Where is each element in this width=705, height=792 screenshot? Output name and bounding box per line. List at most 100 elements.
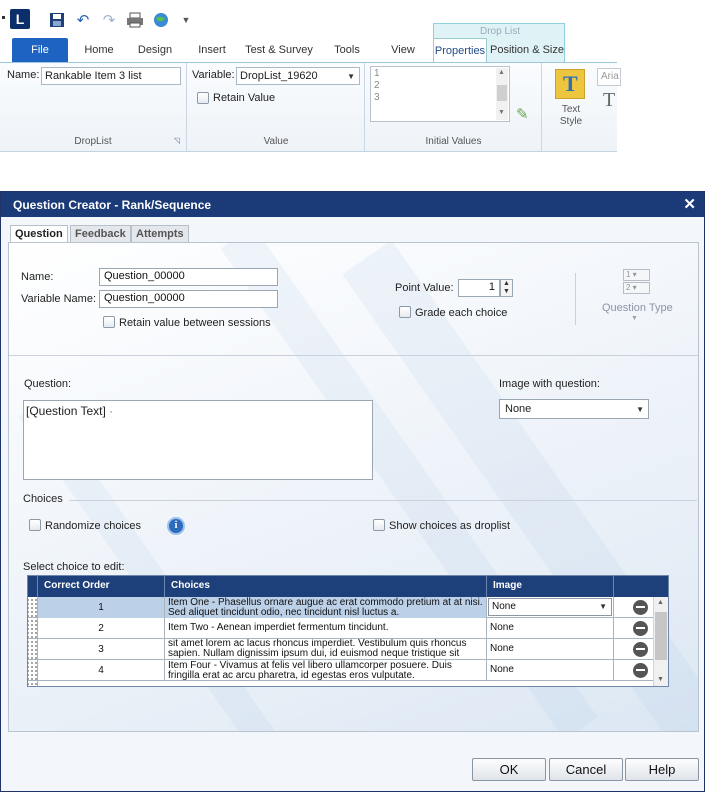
drag-handle-icon[interactable] bbox=[28, 660, 38, 681]
row-image-dropdown[interactable]: None ▼ bbox=[488, 598, 612, 616]
tab-properties[interactable]: Properties bbox=[433, 38, 487, 62]
edit-pencil-icon[interactable]: ✎ bbox=[516, 105, 529, 123]
remove-choice-icon[interactable] bbox=[633, 642, 648, 657]
group-value: Variable: DropList_19620 ▼ Retain Value … bbox=[188, 63, 365, 151]
customize-dropdown-icon[interactable]: ▼ bbox=[176, 10, 196, 30]
redo-icon[interactable]: ↷ bbox=[99, 10, 119, 30]
variable-name-field[interactable]: Question_00000 bbox=[99, 290, 278, 308]
print-icon[interactable] bbox=[125, 10, 145, 30]
image-with-question-dropdown[interactable]: None ▼ bbox=[499, 399, 649, 419]
order-cell[interactable]: 1 bbox=[38, 597, 165, 618]
tab-feedback[interactable]: Feedback bbox=[70, 225, 131, 243]
retain-value-checkbox[interactable] bbox=[197, 92, 209, 104]
table-row[interactable]: 3 sit amet lorem ac lacus rhoncus imperd… bbox=[28, 639, 668, 660]
list-scrollbar[interactable]: ▲ ▼ bbox=[496, 68, 508, 120]
tab-test-survey[interactable]: Test & Survey bbox=[242, 38, 316, 62]
image-cell[interactable]: None bbox=[487, 660, 614, 681]
point-value-stepper[interactable]: ▲ ▼ bbox=[500, 279, 513, 297]
choice-cell[interactable]: Item One - Phasellus ornare augue ac era… bbox=[165, 597, 487, 618]
scroll-down-icon[interactable]: ▼ bbox=[657, 676, 664, 683]
text-format-icon[interactable]: T bbox=[603, 89, 615, 112]
stepper-down-icon[interactable]: ▼ bbox=[503, 288, 510, 295]
order-cell[interactable]: 2 bbox=[38, 618, 165, 639]
tab-file[interactable]: File bbox=[12, 38, 68, 62]
info-icon[interactable]: i bbox=[167, 517, 185, 535]
question-name-field[interactable]: Question_00000 bbox=[99, 268, 278, 286]
dialog-launcher-icon[interactable]: ◹ bbox=[174, 136, 180, 145]
drag-handle-icon[interactable] bbox=[28, 639, 38, 660]
question-text-editor[interactable]: [Question Text] · bbox=[23, 400, 373, 480]
question-type-label[interactable]: Question Type bbox=[602, 302, 673, 314]
tab-design[interactable]: Design bbox=[132, 38, 178, 62]
image-cell[interactable]: None ▼ bbox=[487, 597, 614, 618]
group-label-initial-values: Initial Values bbox=[425, 136, 482, 147]
tab-question[interactable]: Question bbox=[10, 225, 68, 243]
image-with-question-label: Image with question: bbox=[499, 378, 600, 390]
initial-values-list[interactable]: 1 2 3 ▲ ▼ bbox=[370, 66, 510, 122]
divider bbox=[69, 500, 697, 501]
tab-tools[interactable]: Tools bbox=[328, 38, 366, 62]
cancel-button[interactable]: Cancel bbox=[549, 758, 623, 781]
scroll-thumb[interactable] bbox=[655, 612, 667, 660]
choice-cell[interactable]: Item Four - Vivamus at felis vel libero … bbox=[165, 660, 487, 681]
tab-insert[interactable]: Insert bbox=[190, 38, 234, 62]
scroll-thumb[interactable] bbox=[497, 85, 507, 101]
tab-attempts[interactable]: Attempts bbox=[131, 225, 189, 243]
question-type-icon[interactable]: 1 ▾ 2 ▾ bbox=[623, 269, 650, 295]
table-row[interactable]: 4 Item Four - Vivamus at felis vel liber… bbox=[28, 660, 668, 681]
save-icon[interactable] bbox=[47, 10, 67, 30]
name-label: Name: bbox=[7, 69, 40, 81]
order-cell[interactable]: 4 bbox=[38, 660, 165, 681]
help-button[interactable]: Help bbox=[625, 758, 699, 781]
variable-name-label: Variable Name: bbox=[21, 293, 96, 305]
tab-view[interactable]: View bbox=[384, 38, 422, 62]
drag-handle-icon[interactable] bbox=[28, 618, 38, 639]
column-header-choices[interactable]: Choices bbox=[165, 576, 487, 597]
choices-heading: Choices bbox=[23, 493, 63, 505]
tab-position-size[interactable]: Position & Size bbox=[489, 38, 565, 62]
order-cell[interactable]: 3 bbox=[38, 639, 165, 660]
name-field[interactable]: Rankable Item 3 list bbox=[41, 67, 181, 85]
drag-handle-icon bbox=[28, 681, 38, 686]
group-initial-values: 1 2 3 ▲ ▼ ✎ Initial Values bbox=[366, 63, 542, 151]
ok-button[interactable]: OK bbox=[472, 758, 546, 781]
question-creator-dialog: Question Creator - Rank/Sequence ✕ Quest… bbox=[0, 191, 705, 792]
publish-globe-icon[interactable] bbox=[151, 10, 171, 30]
image-cell[interactable]: None bbox=[487, 639, 614, 660]
scroll-up-icon[interactable]: ▲ bbox=[657, 599, 664, 606]
point-value-field[interactable]: 1 bbox=[458, 279, 500, 297]
image-cell[interactable]: None bbox=[487, 618, 614, 639]
close-icon[interactable]: ✕ bbox=[683, 195, 696, 213]
table-row[interactable]: 2 Item Two - Aenean imperdiet fermentum … bbox=[28, 618, 668, 639]
column-header-image[interactable]: Image bbox=[487, 576, 614, 597]
table-scrollbar[interactable]: ▲ ▼ bbox=[653, 597, 668, 686]
column-header-remove bbox=[614, 576, 668, 597]
chevron-down-icon: ▼ bbox=[347, 72, 355, 81]
show-droplist-checkbox[interactable] bbox=[373, 519, 385, 531]
tab-home[interactable]: Home bbox=[78, 38, 120, 62]
app-logo-icon[interactable]: L bbox=[10, 9, 30, 29]
question-label: Question: bbox=[24, 378, 72, 390]
undo-icon[interactable]: ↶ bbox=[73, 10, 93, 30]
font-family-field[interactable]: Aria bbox=[597, 68, 621, 86]
randomize-choices-checkbox[interactable] bbox=[29, 519, 41, 531]
remove-choice-icon[interactable] bbox=[633, 600, 648, 615]
choice-cell[interactable]: Item Two - Aenean imperdiet fermentum ti… bbox=[165, 618, 487, 639]
name-label: Name: bbox=[21, 271, 54, 283]
question-text: [Question Text] bbox=[26, 404, 106, 418]
scroll-up-icon[interactable]: ▲ bbox=[498, 69, 505, 76]
column-header-correct-order[interactable]: Correct Order bbox=[38, 576, 165, 597]
table-row[interactable]: 1 Item One - Phasellus ornare augue ac e… bbox=[28, 597, 668, 618]
variable-dropdown[interactable]: DropList_19620 ▼ bbox=[236, 67, 360, 85]
drag-handle-icon[interactable] bbox=[28, 597, 38, 618]
retain-value-checkbox[interactable] bbox=[103, 316, 115, 328]
remove-choice-icon[interactable] bbox=[633, 663, 648, 678]
scroll-down-icon[interactable]: ▼ bbox=[498, 109, 505, 116]
group-droplist: Name: Rankable Item 3 list DropList ◹ bbox=[0, 63, 187, 151]
stepper-up-icon[interactable]: ▲ bbox=[503, 280, 510, 287]
chevron-down-icon[interactable]: ▼ bbox=[631, 315, 638, 322]
grade-each-choice-checkbox[interactable] bbox=[399, 306, 411, 318]
remove-choice-icon[interactable] bbox=[633, 621, 648, 636]
text-style-icon[interactable]: T bbox=[555, 69, 585, 99]
choice-cell[interactable]: sit amet lorem ac lacus rhoncus imperdie… bbox=[165, 639, 487, 660]
